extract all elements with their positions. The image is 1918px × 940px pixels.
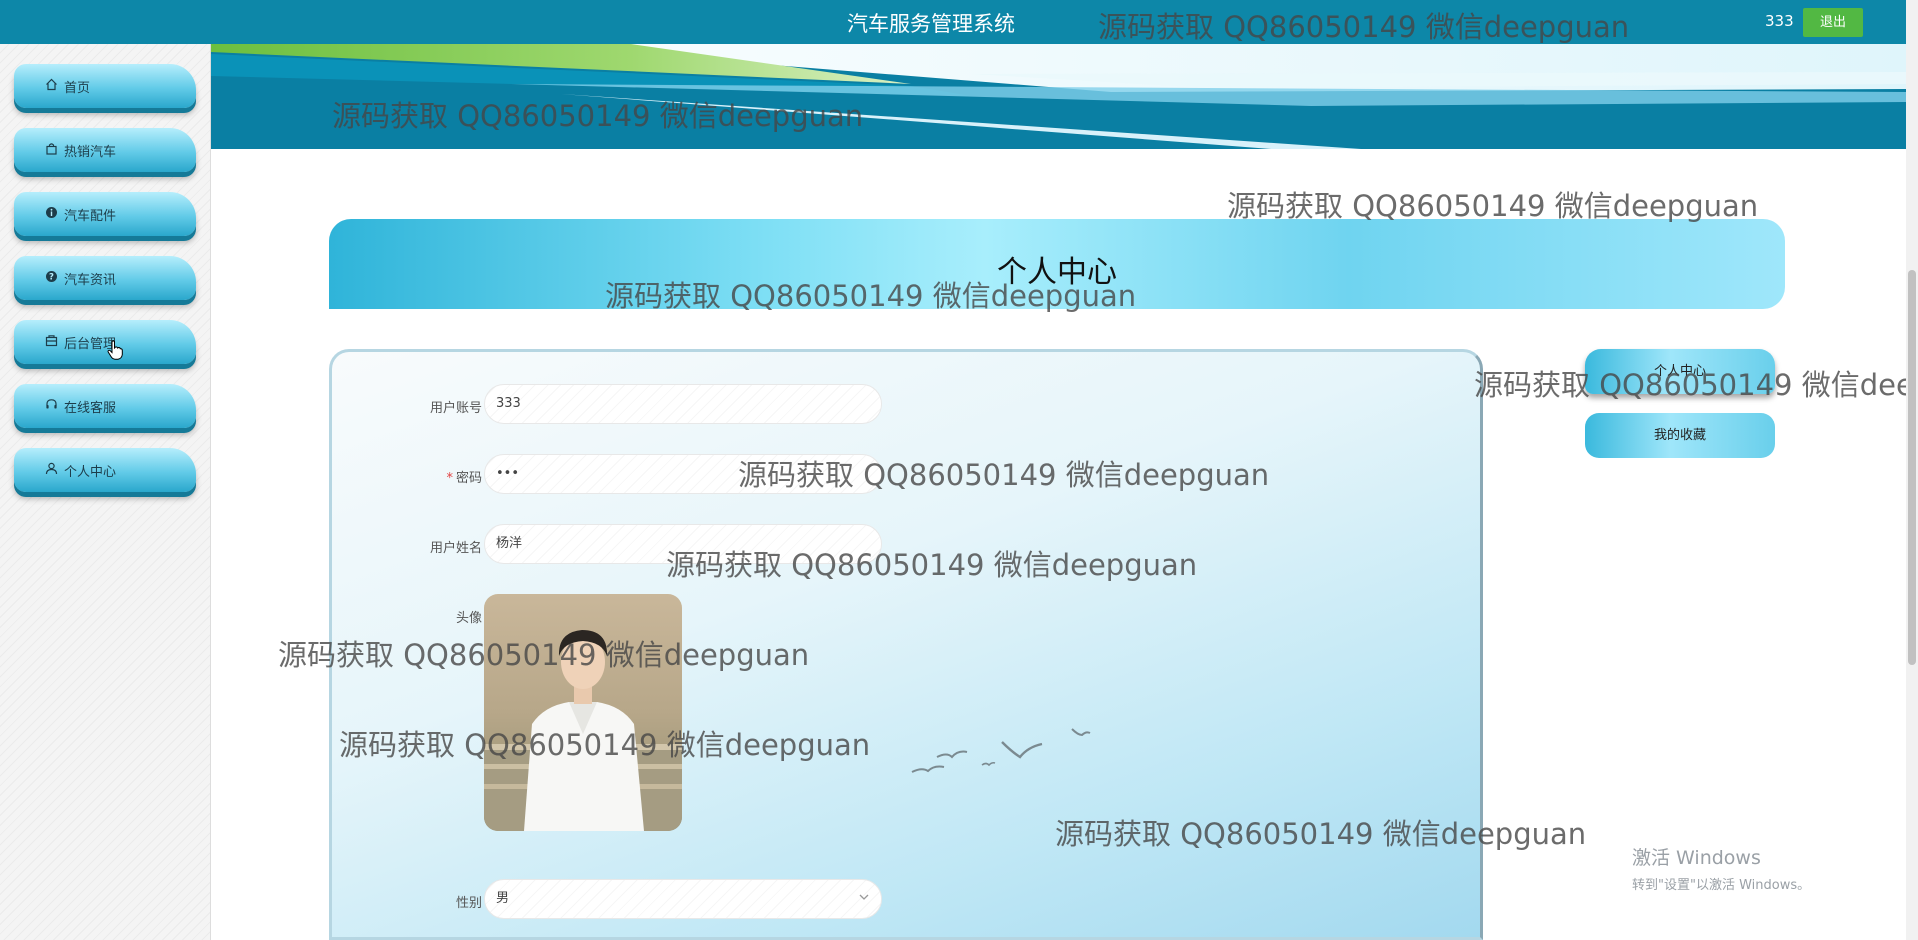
sidebar-item-car-parts[interactable]: 汽车配件 xyxy=(14,192,196,236)
app-title: 汽车服务管理系统 xyxy=(847,12,1015,36)
sidebar-item-label: 汽车资讯 xyxy=(64,273,117,288)
profile-form: 用户账号 333 * 密码 ••• 用户姓名 杨洋 头像 性别 男 xyxy=(329,349,1483,940)
user-icon xyxy=(44,462,58,476)
windows-activation-notice: 激活 Windows 转到"设置"以激活 Windows。 xyxy=(1632,843,1810,893)
side-menu-my-favorites[interactable]: 我的收藏 xyxy=(1585,413,1775,458)
sidebar-item-label: 在线客服 xyxy=(64,401,117,416)
sidebar-item-label: 个人中心 xyxy=(64,465,117,480)
name-label: 用户姓名 xyxy=(429,541,482,556)
top-bar: 汽车服务管理系统 333 退出 xyxy=(0,0,1918,44)
info-icon xyxy=(44,206,58,220)
home-icon xyxy=(44,78,58,92)
gender-select[interactable]: 男 xyxy=(484,879,882,919)
question-icon: ? xyxy=(44,270,58,284)
windows-activation-title: 激活 Windows xyxy=(1632,847,1761,869)
avatar-label: 头像 xyxy=(455,611,482,626)
page-title: 个人中心 xyxy=(997,255,1117,290)
account-input[interactable]: 333 xyxy=(484,384,882,424)
password-label: * 密码 xyxy=(332,467,482,486)
required-mark: * xyxy=(446,471,453,486)
headset-icon xyxy=(44,398,58,412)
bag-icon xyxy=(44,142,58,156)
sidebar-item-online-service[interactable]: 在线客服 xyxy=(14,384,196,428)
page-scrollbar[interactable] xyxy=(1906,0,1918,940)
birds-decoration xyxy=(911,728,1091,773)
sidebar-item-label: 首页 xyxy=(64,81,91,96)
box-icon xyxy=(44,334,58,348)
sidebar-item-admin[interactable]: 后台管理 xyxy=(14,320,196,364)
password-label-text: 密码 xyxy=(455,471,482,486)
sidebar-item-car-news[interactable]: ? 汽车资讯 xyxy=(14,256,196,300)
sidebar-item-label: 热销汽车 xyxy=(64,145,117,160)
current-username: 333 xyxy=(1765,12,1794,30)
top-banner-image xyxy=(211,44,1906,149)
account-label: 用户账号 xyxy=(429,401,482,416)
password-input[interactable]: ••• xyxy=(484,454,882,494)
sidebar: 首页 热销汽车 汽车配件 ? 汽车资讯 后台管理 在线客服 个人中心 xyxy=(0,44,211,940)
page-title-bar: 个人中心 xyxy=(329,219,1785,309)
scrollbar-thumb[interactable] xyxy=(1908,270,1916,665)
avatar-image[interactable] xyxy=(484,594,682,831)
sidebar-item-personal-center[interactable]: 个人中心 xyxy=(14,448,196,492)
svg-text:?: ? xyxy=(49,273,54,283)
sidebar-item-label: 汽车配件 xyxy=(64,209,117,224)
sidebar-item-home[interactable]: 首页 xyxy=(14,64,196,108)
chevron-down-icon xyxy=(859,892,869,902)
hand-cursor-icon xyxy=(107,340,123,364)
gender-label: 性别 xyxy=(455,896,482,911)
name-input[interactable]: 杨洋 xyxy=(484,524,882,564)
side-menu-personal-center[interactable]: 个人中心 xyxy=(1585,349,1775,394)
gender-select-value: 男 xyxy=(496,891,510,906)
windows-activation-subtitle: 转到"设置"以激活 Windows。 xyxy=(1632,878,1811,893)
sidebar-item-hot-cars[interactable]: 热销汽车 xyxy=(14,128,196,172)
logout-button[interactable]: 退出 xyxy=(1803,8,1863,37)
